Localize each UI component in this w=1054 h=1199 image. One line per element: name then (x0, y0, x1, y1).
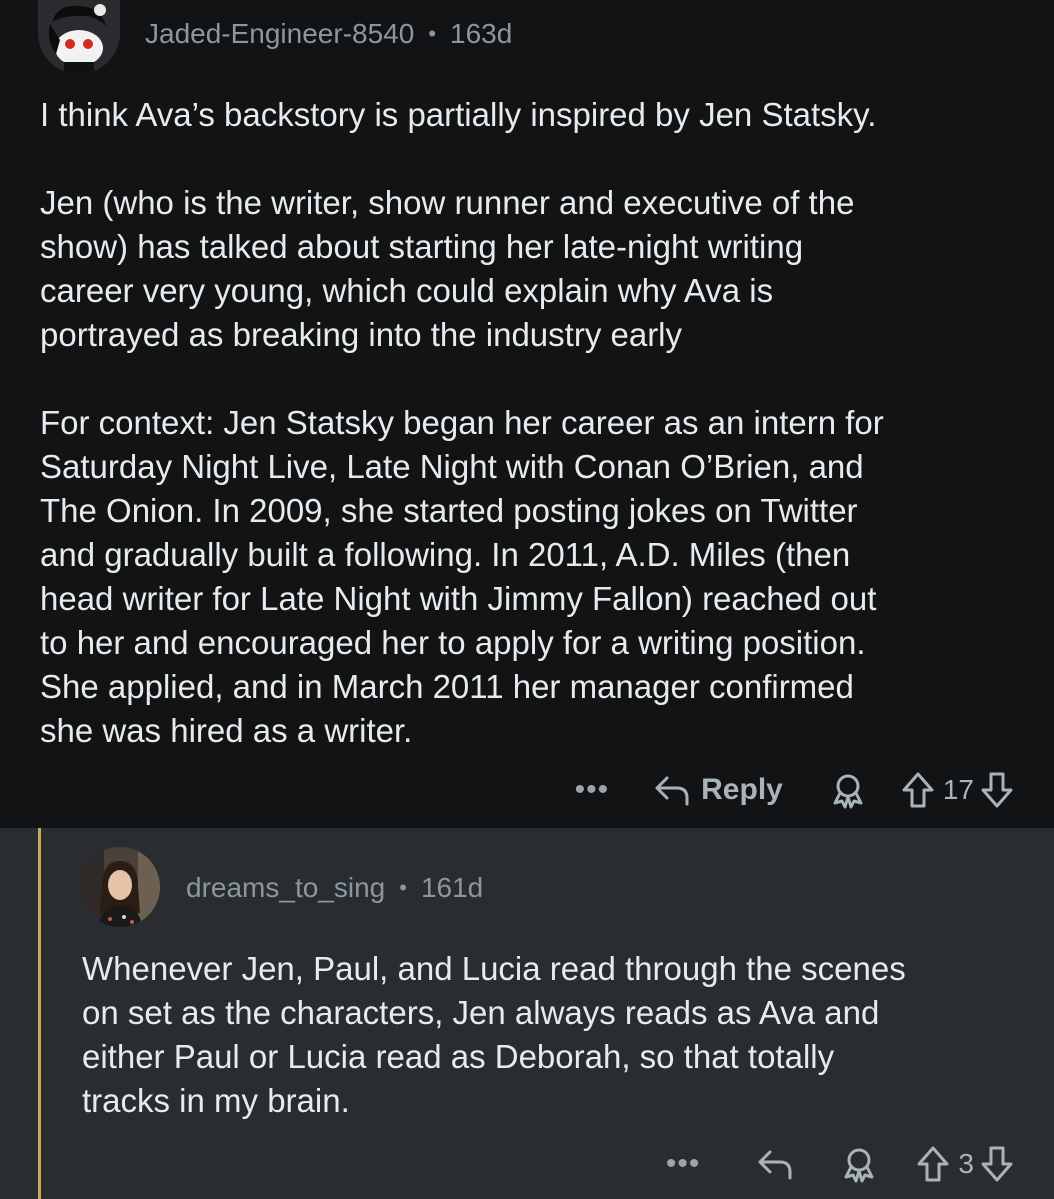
reply-button[interactable] (756, 1148, 794, 1180)
comment-actions: ••• Reply 17 (575, 766, 1014, 814)
thread-line[interactable] (38, 828, 41, 1199)
award-button[interactable] (829, 771, 867, 809)
award-icon (833, 774, 863, 809)
reply-button[interactable]: Reply (653, 773, 783, 807)
username[interactable]: dreams_to_sing (186, 872, 385, 904)
vote-control: 3 (916, 1145, 1014, 1183)
award-button[interactable] (840, 1145, 878, 1183)
comment-body: Whenever Jen, Paul, and Lucia read throu… (82, 947, 1042, 1123)
upvote-arrow-icon[interactable] (901, 771, 935, 809)
more-dots-icon[interactable]: ••• (575, 775, 610, 805)
meta-separator: • (428, 21, 437, 46)
award-icon (844, 1148, 874, 1183)
more-dots-icon[interactable]: ••• (666, 1149, 701, 1179)
profile-photo-icon (80, 847, 160, 927)
upvote-arrow-icon[interactable] (916, 1145, 950, 1183)
comment-actions: ••• 3 (666, 1140, 1014, 1188)
meta-separator: • (399, 875, 407, 900)
vote-count: 17 (942, 774, 974, 805)
comment-paragraph: I think Ava’s backstory is partially ins… (40, 96, 877, 133)
avatar[interactable] (80, 847, 160, 927)
reply-arrow-icon (758, 1150, 792, 1180)
vote-control: 17 (901, 771, 1014, 809)
reply-arrow-icon (655, 776, 689, 806)
reply-label: Reply (701, 773, 783, 806)
vote-count: 3 (958, 1148, 974, 1179)
comment-meta: Jaded-Engineer-8540 • 163d (145, 14, 512, 54)
comment-paragraph: Whenever Jen, Paul, and Lucia read throu… (82, 950, 906, 1119)
comment-paragraph: For context: Jen Statsky began her caree… (40, 404, 884, 749)
comment-meta: dreams_to_sing • 161d (186, 868, 483, 908)
comment-body: I think Ava’s backstory is partially ins… (40, 93, 1040, 753)
comment-age: 161d (420, 872, 484, 903)
username[interactable]: Jaded-Engineer-8540 (145, 18, 414, 50)
downvote-arrow-icon[interactable] (980, 1145, 1014, 1183)
comment-age: 163d (450, 18, 513, 49)
downvote-arrow-icon[interactable] (980, 771, 1014, 809)
comment-paragraph: Jen (who is the writer, show runner and … (40, 184, 855, 353)
